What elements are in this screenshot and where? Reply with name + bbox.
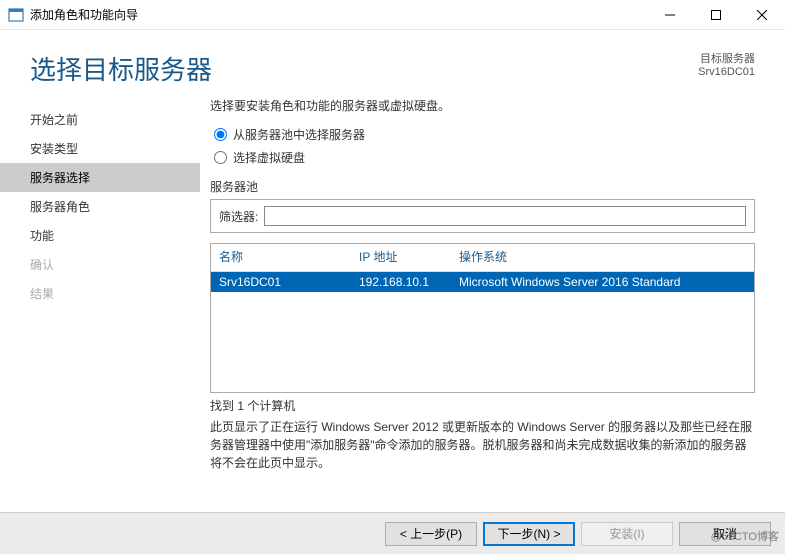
col-header-ip[interactable]: IP 地址 bbox=[359, 248, 459, 265]
sidebar-step-1[interactable]: 安装类型 bbox=[0, 134, 200, 163]
target-value: Srv16DC01 bbox=[698, 66, 755, 78]
previous-button[interactable]: < 上一步(P) bbox=[385, 522, 477, 546]
wizard-header: 选择目标服务器 目标服务器 Srv16DC01 bbox=[0, 30, 785, 97]
target-label: 目标服务器 bbox=[698, 50, 755, 66]
filter-label: 筛选器: bbox=[219, 208, 258, 225]
wizard-steps-sidebar: 开始之前安装类型服务器选择服务器角色功能确认结果 bbox=[0, 97, 200, 517]
app-icon bbox=[8, 7, 24, 23]
sidebar-step-0[interactable]: 开始之前 bbox=[0, 105, 200, 134]
sidebar-step-5: 确认 bbox=[0, 250, 200, 279]
col-header-os[interactable]: 操作系统 bbox=[459, 248, 754, 265]
found-count: 找到 1 个计算机 bbox=[210, 397, 755, 414]
install-button: 安装(I) bbox=[581, 522, 673, 546]
radio-server-pool[interactable]: 从服务器池中选择服务器 bbox=[214, 126, 755, 143]
footnote-text: 此页显示了正在运行 Windows Server 2012 或更新版本的 Win… bbox=[210, 418, 755, 472]
close-button[interactable] bbox=[739, 0, 785, 30]
sidebar-step-2[interactable]: 服务器选择 bbox=[0, 163, 200, 192]
instruction-text: 选择要安装角色和功能的服务器或虚拟硬盘。 bbox=[210, 97, 755, 114]
watermark: @51CTO博客 bbox=[711, 528, 779, 544]
radio-vhd-label: 选择虚拟硬盘 bbox=[233, 149, 305, 166]
wizard-content: 选择要安装角色和功能的服务器或虚拟硬盘。 从服务器池中选择服务器 选择虚拟硬盘 … bbox=[200, 97, 785, 517]
table-header: 名称 IP 地址 操作系统 bbox=[211, 244, 754, 272]
server-pool-label: 服务器池 bbox=[210, 178, 755, 195]
filter-input[interactable] bbox=[264, 206, 746, 226]
server-table: 名称 IP 地址 操作系统 Srv16DC01192.168.10.1Micro… bbox=[210, 243, 755, 393]
table-row[interactable]: Srv16DC01192.168.10.1Microsoft Windows S… bbox=[211, 272, 754, 292]
sidebar-step-6: 结果 bbox=[0, 279, 200, 308]
window-title: 添加角色和功能向导 bbox=[30, 6, 647, 23]
radio-server-pool-label: 从服务器池中选择服务器 bbox=[233, 126, 365, 143]
maximize-button[interactable] bbox=[693, 0, 739, 30]
wizard-footer: < 上一步(P) 下一步(N) > 安装(I) 取消 bbox=[0, 512, 785, 554]
radio-server-pool-input[interactable] bbox=[214, 128, 227, 141]
title-bar: 添加角色和功能向导 bbox=[0, 0, 785, 30]
minimize-button[interactable] bbox=[647, 0, 693, 30]
page-title: 选择目标服务器 bbox=[30, 50, 698, 87]
selection-radio-group: 从服务器池中选择服务器 选择虚拟硬盘 bbox=[214, 126, 755, 166]
col-header-name[interactable]: 名称 bbox=[219, 248, 359, 265]
next-button[interactable]: 下一步(N) > bbox=[483, 522, 575, 546]
cell-ip: 192.168.10.1 bbox=[359, 275, 459, 289]
sidebar-step-3[interactable]: 服务器角色 bbox=[0, 192, 200, 221]
radio-vhd-input[interactable] bbox=[214, 151, 227, 164]
radio-vhd[interactable]: 选择虚拟硬盘 bbox=[214, 149, 755, 166]
target-server-info: 目标服务器 Srv16DC01 bbox=[698, 50, 755, 78]
cell-name: Srv16DC01 bbox=[219, 275, 359, 289]
filter-box: 筛选器: bbox=[210, 199, 755, 233]
sidebar-step-4[interactable]: 功能 bbox=[0, 221, 200, 250]
cell-os: Microsoft Windows Server 2016 Standard bbox=[459, 275, 754, 289]
window-controls bbox=[647, 0, 785, 30]
